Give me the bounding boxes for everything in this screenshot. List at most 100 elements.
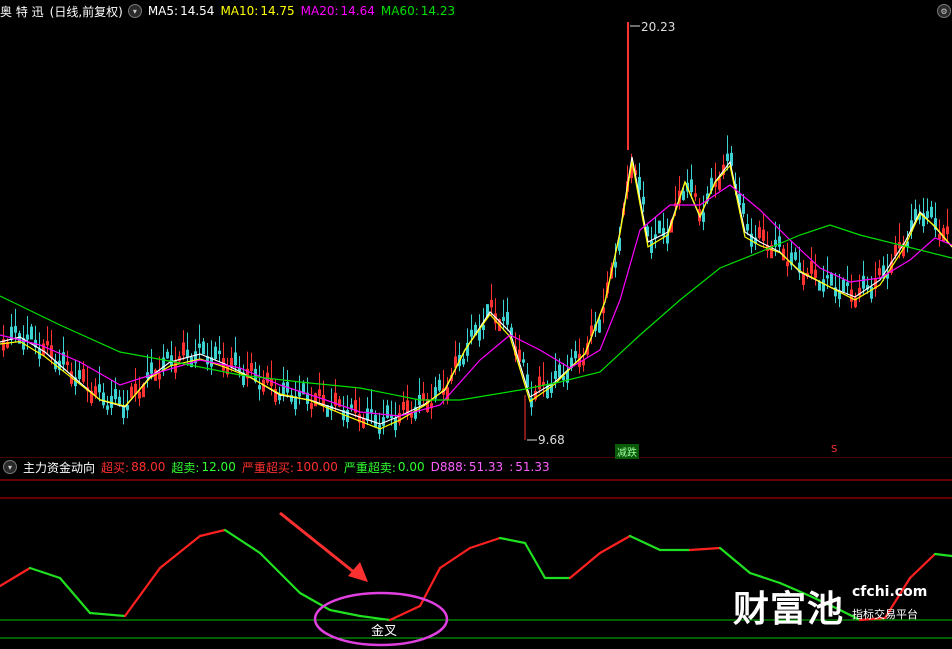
ma20-value: 14.64 [340, 4, 375, 18]
indicator-panel[interactable]: ▾ 主力资金动向 超买: 88.00 超卖: 12.00 严重超买: 100.0… [0, 458, 952, 649]
candle-body [878, 268, 881, 276]
candle-body [574, 351, 577, 359]
ma10-label: MA10: [220, 4, 259, 18]
chevron-down-icon[interactable]: ▾ [3, 460, 17, 474]
candle-body [742, 203, 745, 214]
candle-body [94, 386, 97, 396]
param-d888-label: D888: [430, 460, 467, 474]
candle-body [810, 261, 813, 274]
candle-body [694, 193, 697, 197]
candle-body [158, 373, 161, 380]
candle-body [826, 275, 829, 279]
candle-body [938, 234, 941, 239]
candle-body [814, 269, 817, 278]
indicator-segment [438, 546, 472, 570]
candle-body [106, 405, 109, 410]
indicator-segment [198, 528, 227, 538]
candle-body [658, 220, 661, 234]
indicator-segment [28, 566, 62, 580]
candle-body [150, 362, 153, 374]
candle-body [946, 226, 949, 235]
indicator-segment [158, 534, 202, 570]
candle-body [614, 261, 617, 268]
param-d888-value: 51.33 [468, 460, 504, 474]
candle-body [234, 352, 237, 366]
candle-body [14, 326, 17, 333]
ma5-value: 14.54 [180, 4, 215, 18]
candle-body [638, 177, 641, 190]
param-oversold-label: 超卖: [171, 460, 200, 475]
candle-body [758, 227, 761, 239]
candle-body [114, 389, 117, 400]
main-header: 奥 特 迅 (日线,前复权) ▾ MA5: 14.54 MA10: 14.75 … [0, 2, 461, 20]
indicator-segment [498, 536, 527, 545]
candle-body [558, 364, 561, 378]
kline-chart[interactable] [0, 0, 952, 458]
candle-body [166, 351, 169, 359]
candle-body [170, 355, 173, 366]
candle-body [778, 236, 781, 247]
candle-body [650, 240, 653, 253]
kline-panel[interactable]: 奥 特 迅 (日线,前复权) ▾ MA5: 14.54 MA10: 14.75 … [0, 0, 952, 459]
candle-body [182, 342, 185, 356]
candle-body [506, 311, 509, 325]
candle-body [118, 396, 121, 405]
arrow-head [348, 562, 368, 582]
candle-body [462, 358, 465, 365]
indicator-segment [123, 566, 162, 618]
candle-body [138, 391, 141, 399]
candle-body [438, 379, 441, 391]
indicator-segment [688, 546, 722, 552]
indicator-header: ▾ 主力资金动向 超买: 88.00 超卖: 12.00 严重超买: 100.0… [0, 458, 556, 476]
candle-body [746, 224, 749, 231]
candle-body [726, 153, 729, 161]
candle-body [82, 369, 85, 382]
candle-body [218, 350, 221, 355]
gear-icon[interactable]: ⚙ [937, 4, 951, 18]
param-overbought-value: 88.00 [131, 460, 166, 474]
candle-body [786, 261, 789, 267]
candle-body [842, 279, 845, 293]
candle-body [402, 401, 405, 410]
ma60-value: 14.23 [420, 4, 456, 18]
candle-body [926, 211, 929, 218]
candle-body [682, 191, 685, 201]
indicator-segment [628, 534, 662, 552]
candle-body [382, 417, 385, 426]
candle-body [202, 341, 205, 355]
s-signal-badge: S [831, 444, 838, 455]
candle-body [130, 386, 133, 399]
candle-body [830, 273, 833, 286]
candle-body [554, 370, 557, 379]
indicator-segment [88, 611, 127, 618]
candle-body [370, 409, 373, 413]
indicator-segment [598, 534, 632, 555]
candle-body [642, 196, 645, 205]
sell-signal-badge: 减跌 [615, 444, 639, 459]
indicator-segment [58, 576, 92, 615]
watermark-subtitle: 指标交易平台 [852, 608, 918, 621]
param-d888-b-value: 51.33 [515, 460, 550, 474]
indicator-segment [468, 536, 502, 550]
period-label: (日线,前复权) [49, 4, 123, 19]
ma5-label: MA5: [147, 4, 179, 18]
candle-body [214, 346, 217, 359]
indicator-name: 主力资金动向 [23, 460, 96, 475]
watermark-domain: cfchi.com [852, 584, 928, 600]
candle-body [470, 329, 473, 337]
candle-body [522, 359, 525, 363]
ma5-line [0, 156, 952, 425]
watermark-logo: 财富池 [733, 589, 845, 630]
chevron-down-icon[interactable]: ▾ [127, 4, 142, 18]
indicator-segment [328, 608, 362, 618]
candle-body [794, 252, 797, 260]
candle-body [198, 343, 201, 348]
indicator-segment [388, 604, 422, 622]
indicator-segment [523, 541, 547, 580]
candle-body [762, 229, 765, 241]
candles [2, 135, 949, 440]
ma60-line [0, 224, 952, 401]
candle-body [490, 299, 493, 308]
candle-body [394, 417, 397, 431]
candle-body [42, 343, 45, 356]
